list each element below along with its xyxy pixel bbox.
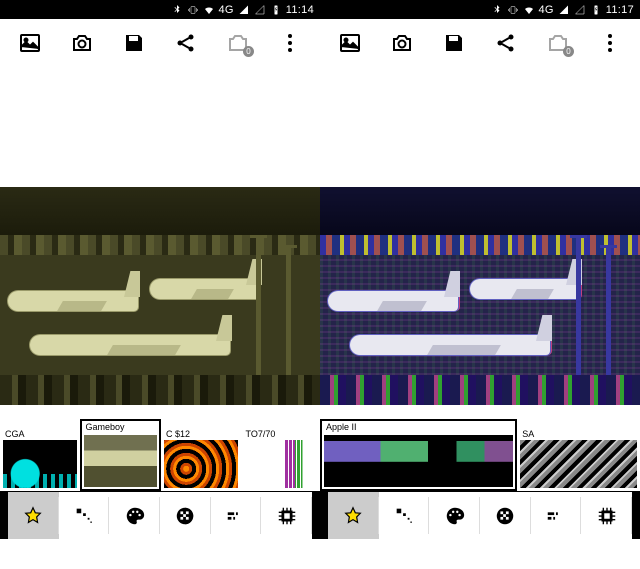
- filter-item[interactable]: TO7/70: [241, 427, 321, 491]
- filter-thumbnail: [3, 440, 77, 488]
- filter-thumbnail: [84, 435, 158, 487]
- tab-dither[interactable]: [59, 492, 110, 539]
- vibrate-icon: [187, 4, 199, 16]
- status-bar: 4G 11:14: [0, 0, 320, 19]
- overflow-menu-button[interactable]: [590, 23, 630, 63]
- filter-item-selected[interactable]: Apple II: [320, 419, 517, 491]
- dither-icon: [73, 505, 95, 527]
- bottom-toolbar: [0, 491, 320, 539]
- signal-empty-icon: [254, 4, 266, 16]
- camera-button[interactable]: [62, 23, 102, 63]
- blank-area: [320, 67, 640, 187]
- chip-icon: [596, 505, 618, 527]
- gallery-button[interactable]: [10, 23, 50, 63]
- network-label: 4G: [219, 4, 234, 16]
- edge-hint-right: [312, 492, 320, 539]
- filter-thumbnail: [520, 440, 637, 488]
- filter-label: CGA: [3, 429, 27, 439]
- overflow-menu-button[interactable]: [270, 23, 310, 63]
- sliders-icon: [545, 505, 567, 527]
- filter-label: Gameboy: [84, 422, 127, 432]
- star-icon: [342, 505, 364, 527]
- tab-levels[interactable]: [211, 492, 262, 539]
- edge-hint-left: [0, 492, 8, 539]
- camera-button[interactable]: [382, 23, 422, 63]
- tab-processor[interactable]: [581, 492, 632, 539]
- status-bar: 4G 11:17: [320, 0, 640, 19]
- dither-icon: [393, 505, 415, 527]
- more-vert-icon: [600, 34, 620, 52]
- layers-button[interactable]: [218, 23, 258, 63]
- tab-pattern[interactable]: [160, 492, 211, 539]
- filter-thumbnail: [324, 435, 513, 487]
- filter-thumbnail: [244, 440, 318, 488]
- filter-strip[interactable]: CGA Gameboy C $12 TO7/70: [0, 427, 320, 491]
- share-button[interactable]: [166, 23, 206, 63]
- app-split-view: 4G 11:14 CGA: [0, 0, 640, 569]
- clock: 11:14: [286, 4, 314, 16]
- filter-item[interactable]: SA: [517, 427, 640, 491]
- tab-favorites[interactable]: [328, 492, 379, 539]
- filter-thumbnail: [164, 440, 238, 488]
- filter-item-selected[interactable]: Gameboy: [80, 419, 162, 491]
- star-icon: [22, 505, 44, 527]
- tab-palette[interactable]: [109, 492, 160, 539]
- chip-icon: [276, 505, 298, 527]
- share-button[interactable]: [486, 23, 526, 63]
- filter-label: SA: [520, 429, 536, 439]
- edge-hint-left: [320, 492, 328, 539]
- clock: 11:17: [606, 4, 634, 16]
- tab-levels[interactable]: [531, 492, 582, 539]
- signal-empty-icon: [574, 4, 586, 16]
- save-button[interactable]: [114, 23, 154, 63]
- battery-charging-icon: [270, 4, 282, 16]
- top-toolbar: [320, 19, 640, 67]
- pane-left: 4G 11:14 CGA: [0, 0, 320, 569]
- filter-item[interactable]: C $12: [161, 427, 241, 491]
- save-button[interactable]: [434, 23, 474, 63]
- palette-icon: [444, 505, 466, 527]
- tab-palette[interactable]: [429, 492, 480, 539]
- filter-label: Apple II: [324, 422, 359, 432]
- checker-icon: [494, 505, 516, 527]
- wifi-icon: [203, 4, 215, 16]
- edge-hint-right: [632, 492, 640, 539]
- wifi-icon: [523, 4, 535, 16]
- gallery-button[interactable]: [330, 23, 370, 63]
- tab-dither[interactable]: [379, 492, 430, 539]
- preview-image[interactable]: [320, 187, 640, 405]
- checker-icon: [174, 505, 196, 527]
- signal-icon: [558, 4, 570, 16]
- battery-charging-icon: [590, 4, 602, 16]
- filter-item[interactable]: CGA: [0, 427, 80, 491]
- preview-image[interactable]: [0, 187, 320, 405]
- filter-strip[interactable]: Apple II SA: [320, 427, 640, 491]
- layers-button[interactable]: [538, 23, 578, 63]
- pane-right: 4G 11:17 Apple II: [320, 0, 640, 569]
- top-toolbar: [0, 19, 320, 67]
- tab-pattern[interactable]: [480, 492, 531, 539]
- sliders-icon: [225, 505, 247, 527]
- blank-area: [0, 67, 320, 187]
- more-vert-icon: [280, 34, 300, 52]
- bottom-toolbar: [320, 491, 640, 539]
- tab-favorites[interactable]: [8, 492, 59, 539]
- bluetooth-icon: [171, 4, 183, 16]
- filter-label: TO7/70: [244, 429, 278, 439]
- filter-label: C $12: [164, 429, 192, 439]
- vibrate-icon: [507, 4, 519, 16]
- palette-icon: [124, 505, 146, 527]
- tab-processor[interactable]: [261, 492, 312, 539]
- network-label: 4G: [539, 4, 554, 16]
- signal-icon: [238, 4, 250, 16]
- bluetooth-icon: [491, 4, 503, 16]
